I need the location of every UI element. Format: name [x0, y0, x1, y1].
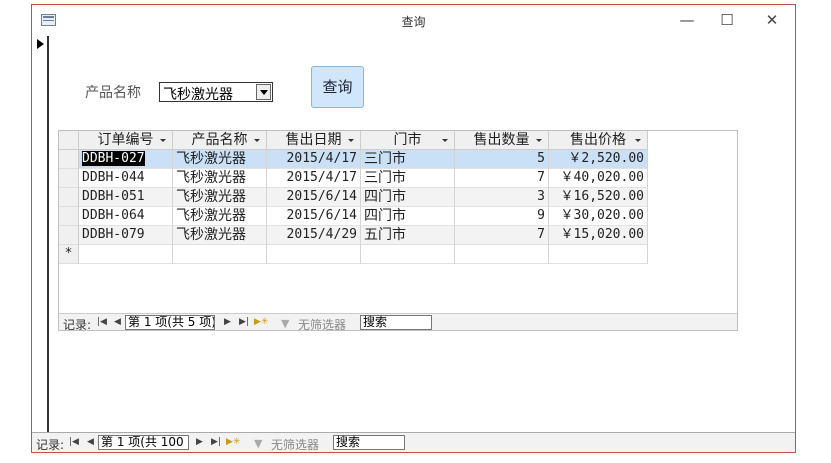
column-dropdown-icon[interactable] [348, 139, 354, 142]
cell-order-id[interactable]: DDBH-079 [79, 226, 173, 245]
column-dropdown-icon[interactable] [160, 139, 166, 142]
query-button[interactable]: 查询 [311, 66, 364, 108]
row-selector[interactable] [59, 207, 79, 226]
cell-product-name[interactable]: 飞秒激光器 [173, 169, 267, 188]
cell-product-name[interactable]: 飞秒激光器 [173, 150, 267, 169]
title-bar: 查询 — ☐ ✕ [32, 5, 795, 36]
cell-store[interactable] [361, 245, 455, 264]
first-record-icon[interactable]: |◀ [69, 437, 79, 447]
cell-sale-date[interactable]: 2015/4/17 [267, 169, 361, 188]
column-dropdown-icon[interactable] [635, 139, 641, 142]
record-selector-bar[interactable] [32, 36, 49, 432]
row-selector[interactable] [59, 150, 79, 169]
last-record-icon[interactable]: ▶| [211, 437, 221, 447]
col-header-order-id[interactable]: 订单编号 [79, 131, 173, 150]
column-dropdown-icon[interactable] [536, 139, 542, 142]
table-row[interactable]: DDBH-064 飞秒激光器 2015/6/14 四门市 9 ￥30,020.0… [59, 207, 737, 226]
record-label: 记录: [63, 318, 92, 331]
no-filter-button[interactable]: 无筛选器 [271, 436, 319, 453]
cell-sale-date[interactable] [267, 245, 361, 264]
record-label: 记录: [36, 438, 65, 452]
new-record-icon[interactable]: ▶✳ [226, 437, 240, 447]
row-selector[interactable] [59, 188, 79, 207]
previous-record-icon[interactable]: ◀ [87, 437, 94, 447]
minimize-button[interactable]: — [672, 9, 702, 31]
table-row[interactable]: DDBH-079 飞秒激光器 2015/4/29 五门市 7 ￥15,020.0… [59, 226, 737, 245]
cell-price[interactable]: ￥30,020.00 [549, 207, 648, 226]
query-window: 查询 — ☐ ✕ 产品名称 飞秒激光器 查询 订单编号 产品名称 售出日期 门市… [31, 4, 796, 453]
cell-price[interactable]: ￥2,520.00 [549, 150, 648, 169]
col-header-quantity[interactable]: 售出数量 [455, 131, 549, 150]
current-record-arrow-icon [37, 39, 44, 49]
product-name-combo[interactable]: 飞秒激光器 [159, 82, 273, 103]
maximize-button[interactable]: ☐ [712, 9, 742, 31]
row-selector[interactable] [59, 169, 79, 188]
subform-record-navigation: 记录: |◀ ◀ 第 1 项(共 5 项) ▶ ▶| ▶✳ ▼ 无筛选器 搜索 [59, 313, 737, 331]
cell-store[interactable]: 四门市 [361, 188, 455, 207]
cell-quantity[interactable] [455, 245, 549, 264]
search-input[interactable]: 搜索 [333, 435, 405, 450]
col-header-price[interactable]: 售出价格 [549, 131, 648, 150]
cell-product-name[interactable]: 飞秒激光器 [173, 226, 267, 245]
results-datasheet: 订单编号 产品名称 售出日期 门市 售出数量 售出价格 DDBH-027 飞秒激… [58, 130, 738, 331]
next-record-icon[interactable]: ▶ [196, 437, 203, 447]
cell-price[interactable]: ￥15,020.00 [549, 226, 648, 245]
previous-record-icon[interactable]: ◀ [114, 317, 121, 327]
filter-icon: ▼ [281, 317, 290, 330]
cell-quantity[interactable]: 3 [455, 188, 549, 207]
form-record-navigation: 记录: |◀ ◀ 第 1 项(共 100 项) ▶ ▶| ▶✳ ▼ 无筛选器 搜… [32, 432, 795, 452]
cell-product-name[interactable] [173, 245, 267, 264]
cell-order-id[interactable]: DDBH-027 [79, 150, 173, 169]
close-button[interactable]: ✕ [757, 9, 787, 31]
cell-price[interactable] [549, 245, 648, 264]
next-record-icon[interactable]: ▶ [224, 317, 231, 327]
table-row[interactable]: DDBH-051 飞秒激光器 2015/6/14 四门市 3 ￥16,520.0… [59, 188, 737, 207]
new-record-icon[interactable]: ▶✳ [254, 317, 268, 327]
column-dropdown-icon[interactable] [254, 139, 260, 142]
first-record-icon[interactable]: |◀ [97, 317, 107, 327]
product-name-label: 产品名称 [85, 85, 141, 101]
select-all-corner[interactable] [59, 131, 79, 150]
cell-store[interactable]: 三门市 [361, 150, 455, 169]
col-header-sale-date[interactable]: 售出日期 [267, 131, 361, 150]
search-input[interactable]: 搜索 [360, 315, 432, 330]
cell-store[interactable]: 四门市 [361, 207, 455, 226]
cell-sale-date[interactable]: 2015/6/14 [267, 188, 361, 207]
cell-quantity[interactable]: 9 [455, 207, 549, 226]
no-filter-button[interactable]: 无筛选器 [298, 316, 346, 330]
cell-order-id[interactable]: DDBH-044 [79, 169, 173, 188]
table-row[interactable]: DDBH-044 飞秒激光器 2015/4/17 三门市 7 ￥40,020.0… [59, 169, 737, 188]
cell-quantity[interactable]: 7 [455, 226, 549, 245]
cell-price[interactable]: ￥16,520.00 [549, 188, 648, 207]
cell-sale-date[interactable]: 2015/4/17 [267, 150, 361, 169]
row-selector[interactable] [59, 226, 79, 245]
cell-order-id[interactable] [79, 245, 173, 264]
current-record-field[interactable]: 第 1 项(共 5 项) [125, 315, 215, 330]
cell-quantity[interactable]: 7 [455, 169, 549, 188]
column-header-row: 订单编号 产品名称 售出日期 门市 售出数量 售出价格 [59, 131, 737, 150]
column-dropdown-icon[interactable] [442, 139, 448, 142]
new-record-marker[interactable]: * [59, 245, 79, 264]
current-record-field[interactable]: 第 1 项(共 100 项) [98, 435, 189, 450]
cell-product-name[interactable]: 飞秒激光器 [173, 188, 267, 207]
cell-sale-date[interactable]: 2015/4/29 [267, 226, 361, 245]
cell-order-id[interactable]: DDBH-064 [79, 207, 173, 226]
cell-store[interactable]: 三门市 [361, 169, 455, 188]
cell-store[interactable]: 五门市 [361, 226, 455, 245]
table-row[interactable]: DDBH-027 飞秒激光器 2015/4/17 三门市 5 ￥2,520.00 [59, 150, 737, 169]
cell-order-id[interactable]: DDBH-051 [79, 188, 173, 207]
filter-icon: ▼ [254, 437, 263, 450]
cell-product-name[interactable]: 飞秒激光器 [173, 207, 267, 226]
combo-value: 飞秒激光器 [163, 87, 233, 103]
cell-quantity[interactable]: 5 [455, 150, 549, 169]
last-record-icon[interactable]: ▶| [239, 317, 249, 327]
cell-sale-date[interactable]: 2015/6/14 [267, 207, 361, 226]
cell-price[interactable]: ￥40,020.00 [549, 169, 648, 188]
col-header-store[interactable]: 门市 [361, 131, 455, 150]
dropdown-arrow-icon[interactable] [256, 84, 271, 100]
new-record-row[interactable]: * [59, 245, 737, 264]
col-header-product-name[interactable]: 产品名称 [173, 131, 267, 150]
